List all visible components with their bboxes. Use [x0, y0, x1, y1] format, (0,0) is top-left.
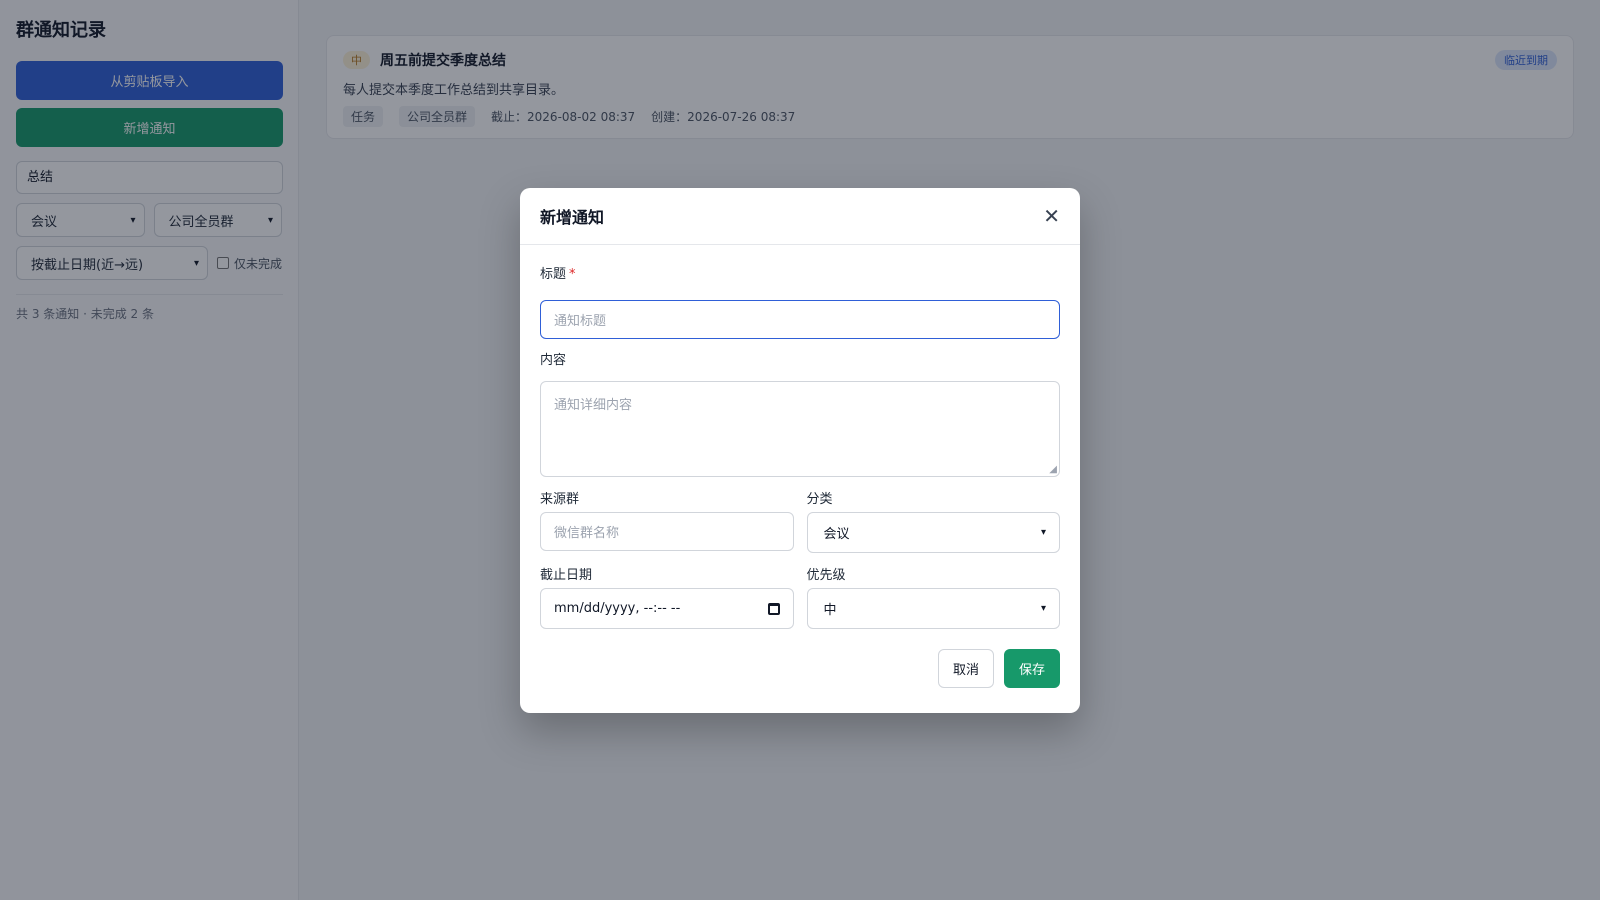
chevron-down-icon: ▾	[1040, 527, 1046, 538]
content-label: 内容	[540, 353, 567, 368]
resize-handle-icon[interactable]: ◢	[1049, 464, 1057, 475]
calendar-icon[interactable]	[767, 602, 780, 615]
priority-label: 优先级	[806, 568, 846, 583]
cancel-button[interactable]: 取消	[938, 649, 994, 688]
due-date-placeholder: mm/dd/yyyy, --:-- --	[554, 601, 681, 616]
due-date-label: 截止日期	[540, 568, 593, 583]
required-mark: *	[569, 267, 576, 282]
add-notice-dialog: 新增通知 ✕ 标题 * 通知标题 内容 通知详细内容 ◢ 来源群 微信群名称 分类…	[520, 188, 1080, 713]
group-placeholder: 微信群名称	[554, 526, 620, 541]
priority-select[interactable]: 中 ▾	[806, 588, 1060, 629]
category-value: 会议	[823, 527, 850, 542]
save-button[interactable]: 保存	[1004, 649, 1060, 688]
dialog-title: 新增通知	[540, 208, 605, 227]
group-label: 来源群	[540, 492, 580, 507]
close-icon[interactable]: ✕	[1043, 206, 1060, 226]
category-label: 分类	[806, 492, 833, 507]
title-placeholder: 通知标题	[554, 314, 607, 329]
due-date-input[interactable]: mm/dd/yyyy, --:-- --	[540, 588, 794, 629]
content-textarea[interactable]: 通知详细内容 ◢	[540, 381, 1060, 477]
group-input[interactable]: 微信群名称	[540, 512, 794, 551]
category-select[interactable]: 会议 ▾	[806, 512, 1060, 553]
chevron-down-icon: ▾	[1040, 603, 1046, 614]
priority-value: 中	[823, 603, 837, 618]
title-label: 标题 *	[540, 267, 576, 282]
content-placeholder: 通知详细内容	[554, 398, 633, 413]
title-input[interactable]: 通知标题	[540, 300, 1060, 339]
